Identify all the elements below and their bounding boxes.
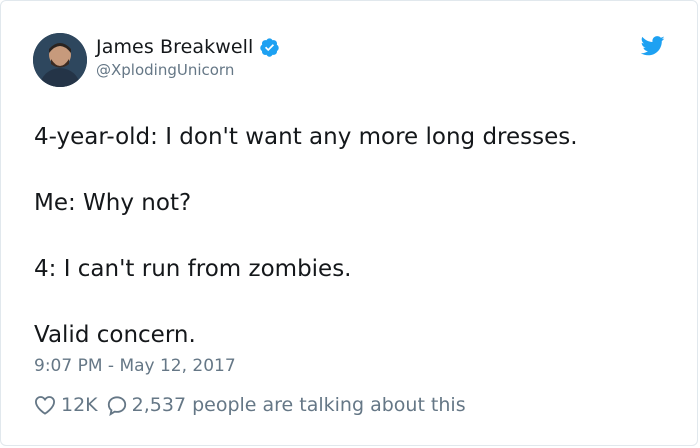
avatar-image	[33, 33, 87, 87]
tweet-card: James Breakwell @XplodingUnicorn 4-year-…	[0, 0, 698, 446]
twitter-bird-icon[interactable]	[640, 36, 665, 56]
tweet-text: 4-year-old: I don't want any more long d…	[34, 121, 674, 352]
display-name-row: James Breakwell	[96, 35, 280, 59]
verified-badge-icon	[259, 37, 280, 58]
heart-icon	[34, 395, 56, 415]
avatar[interactable]	[33, 33, 87, 87]
conversation-link[interactable]: 2,537 people are talking about this	[106, 394, 466, 416]
conversation-text: 2,537 people are talking about this	[131, 394, 466, 416]
display-name[interactable]: James Breakwell	[96, 37, 253, 57]
tweet-actions: 12K 2,537 people are talking about this	[34, 394, 466, 416]
like-button[interactable]: 12K	[34, 394, 98, 416]
timestamp[interactable]: 9:07 PM - May 12, 2017	[34, 356, 236, 376]
tweet-text-line: 4: I can't run from zombies.	[34, 256, 352, 282]
user-block: James Breakwell @XplodingUnicorn	[96, 35, 280, 78]
tweet-header: James Breakwell @XplodingUnicorn	[33, 33, 280, 89]
handle[interactable]: @XplodingUnicorn	[96, 63, 280, 78]
like-count: 12K	[61, 394, 98, 416]
tweet-text-line: Me: Why not?	[34, 190, 192, 216]
tweet-text-line: Valid concern.	[34, 322, 196, 348]
tweet-text-line: 4-year-old: I don't want any more long d…	[34, 124, 578, 150]
speech-bubble-icon	[106, 395, 128, 416]
